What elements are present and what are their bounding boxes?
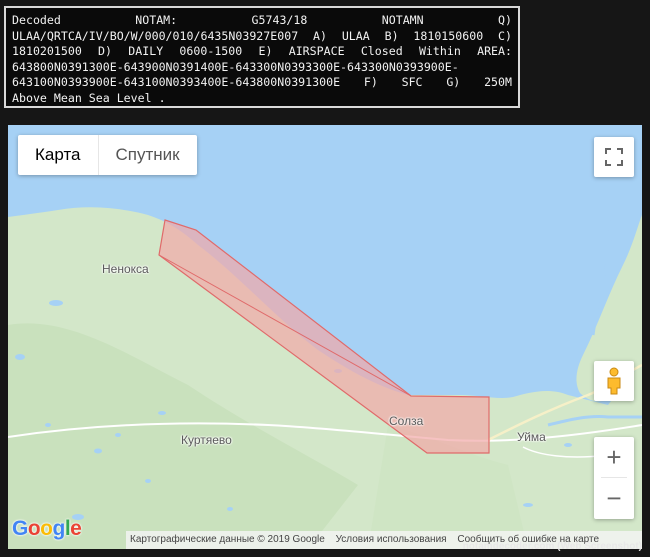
google-logo[interactable]: Google	[12, 517, 82, 541]
notam-line: ULAA/QRTCA/IV/BO/W/000/010/6435N03927E00…	[12, 28, 512, 43]
map-data-attribution: Картографические данные © 2019 Google	[130, 534, 325, 545]
place-label-kurtyaevo: Куртяево	[181, 433, 232, 447]
street-view-pegman-button[interactable]	[594, 361, 634, 401]
zoom-out-button[interactable]: −	[594, 478, 634, 518]
watermark: notamdecoder.com (Web Screenshot)	[462, 541, 642, 552]
notam-line: Decoded NOTAM: G5743/18 NOTAMN Q)	[12, 13, 512, 27]
map-type-map-button[interactable]: Карта	[18, 135, 98, 175]
fullscreen-button[interactable]	[594, 137, 634, 177]
notam-line: 643100N0393900E-643100N0393400E-643800N0…	[12, 75, 512, 89]
notam-line: Above Mean Sea Level .	[12, 90, 166, 105]
notam-line: 1810201500 D) DAILY 0600-1500 E) AIRSPAC…	[12, 44, 512, 58]
pegman-icon	[607, 367, 621, 395]
notam-line: 643800N0391300E-643900N0391400E-643300N0…	[12, 59, 459, 74]
terms-of-use-link[interactable]: Условия использования	[332, 534, 451, 545]
fullscreen-icon	[605, 148, 623, 166]
zoom-in-button[interactable]: +	[594, 437, 634, 477]
map-type-control: Карта Спутник	[18, 135, 197, 175]
map-canvas[interactable]	[8, 125, 642, 549]
place-label-uyma: Уйма	[517, 430, 546, 444]
zoom-control: + −	[594, 437, 634, 519]
notam-decoded-panel: Decoded NOTAM: G5743/18 NOTAMN Q) ULAA/Q…	[4, 6, 520, 108]
place-label-solza: Солза	[389, 414, 424, 428]
google-map[interactable]: Ненокса Куртяево Солза Уйма Карта Спутни…	[8, 125, 642, 549]
map-type-satellite-button[interactable]: Спутник	[97, 135, 197, 175]
place-label-nenoksa: Ненокса	[102, 262, 149, 276]
